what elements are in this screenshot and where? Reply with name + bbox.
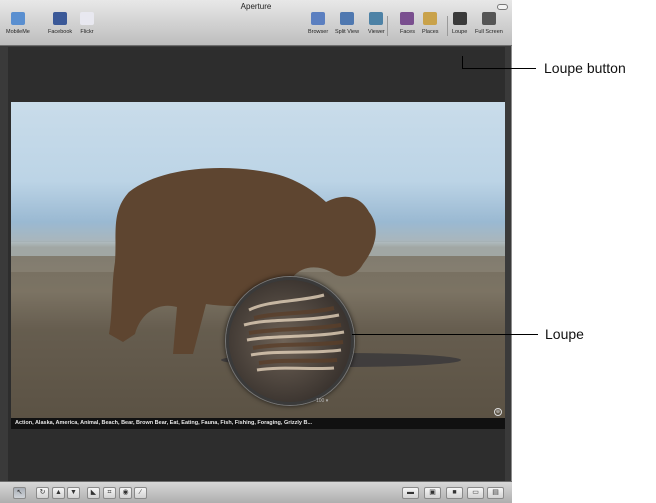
toolbar-separator xyxy=(387,16,388,36)
loupe-lens[interactable] xyxy=(226,277,354,405)
callout-line xyxy=(462,56,463,68)
inspector-icon[interactable]: ■ xyxy=(446,487,463,499)
callout-line xyxy=(352,334,538,335)
two-up-icon[interactable]: ▭ xyxy=(467,487,484,499)
callout-line xyxy=(462,68,536,69)
toolbar-button-label: Faces xyxy=(400,29,415,35)
toolbar-button-mobileme[interactable]: MobileMe xyxy=(6,12,30,35)
toolbar-button-browser[interactable]: Browser xyxy=(308,12,328,35)
split-view-icon xyxy=(340,12,355,25)
toolbar-button-label: Viewer xyxy=(368,29,385,35)
toolbar-button-places[interactable]: Places xyxy=(422,12,439,35)
loupe-zoom-menu[interactable]: 100 ▾ xyxy=(316,398,328,404)
toolbar-button-label: Browser xyxy=(308,29,329,35)
loupe-button-callout: Loupe button xyxy=(544,60,626,76)
toolbar-button-full-screen[interactable]: Full Screen xyxy=(475,12,503,35)
places-icon xyxy=(423,12,438,25)
toolbar-button-label: MobileMe xyxy=(6,29,30,35)
facebook-icon xyxy=(53,12,68,25)
toolbar-button-label: Full Screen xyxy=(475,29,503,35)
toolbar-separator xyxy=(447,16,448,36)
brush-tool-icon[interactable]: ∕ xyxy=(134,487,147,499)
badge-icon: ⊕ xyxy=(494,408,502,416)
toolbar-button-label: Facebook xyxy=(48,29,73,35)
toolbar-button-faces[interactable]: Faces xyxy=(400,12,415,35)
toolbar-button-label: Loupe xyxy=(452,29,468,35)
toolbar-button-facebook[interactable]: Facebook xyxy=(48,12,72,35)
browser-icon xyxy=(311,12,326,25)
loupe-magnified-view xyxy=(243,293,345,372)
loupe-callout: Loupe xyxy=(545,326,584,342)
full-screen-icon xyxy=(481,12,496,25)
toolbar-button-loupe[interactable]: Loupe xyxy=(452,12,467,35)
toolbar-button-label: Split View xyxy=(335,29,360,35)
window-title: Aperture xyxy=(240,2,272,11)
toolbar-button-flickr[interactable]: Flickr xyxy=(80,12,94,35)
bottom-toolbar: ↖ ↻ ▲ ▼ ◣ ⌗ ◉ ∕ ▬ ▣ ■ ▭ ▤ xyxy=(0,481,512,503)
toolbar-button-viewer[interactable]: Viewer xyxy=(368,12,385,35)
stamp-tool-icon[interactable]: ▼ xyxy=(67,487,80,499)
select-tool-icon[interactable]: ↖ xyxy=(13,487,26,499)
faces-icon xyxy=(400,12,415,25)
filmstrip-icon[interactable]: ▤ xyxy=(487,487,504,499)
toolbar-button-label: Places xyxy=(422,29,439,35)
viewer-icon xyxy=(369,12,384,25)
photo-mode-icon[interactable]: ▬ xyxy=(402,487,419,499)
toolbar-button-label: Flickr xyxy=(80,29,94,35)
mobileme-icon xyxy=(10,12,25,25)
metadata-overlay: Action, Alaska, America, Animal, Beach, … xyxy=(11,418,505,429)
toolbar-toggle-button[interactable] xyxy=(497,4,508,10)
toolbar-button-split-view[interactable]: Split View xyxy=(335,12,359,35)
flickr-icon xyxy=(80,12,94,25)
crop-tool-icon[interactable]: ⌗ xyxy=(103,487,116,499)
loupe-icon xyxy=(452,12,467,25)
viewer-mode-icon[interactable]: ▣ xyxy=(424,487,441,499)
straighten-tool-icon[interactable]: ◣ xyxy=(87,487,100,499)
lift-tool-icon[interactable]: ▲ xyxy=(52,487,65,499)
window-titlebar: Aperture MobileMe Facebook Flickr Browser S… xyxy=(0,0,512,46)
keywords-caption: Action, Alaska, America, Animal, Beach, … xyxy=(15,420,313,426)
red-eye-tool-icon[interactable]: ◉ xyxy=(119,487,132,499)
rotate-tool-icon[interactable]: ↻ xyxy=(36,487,49,499)
